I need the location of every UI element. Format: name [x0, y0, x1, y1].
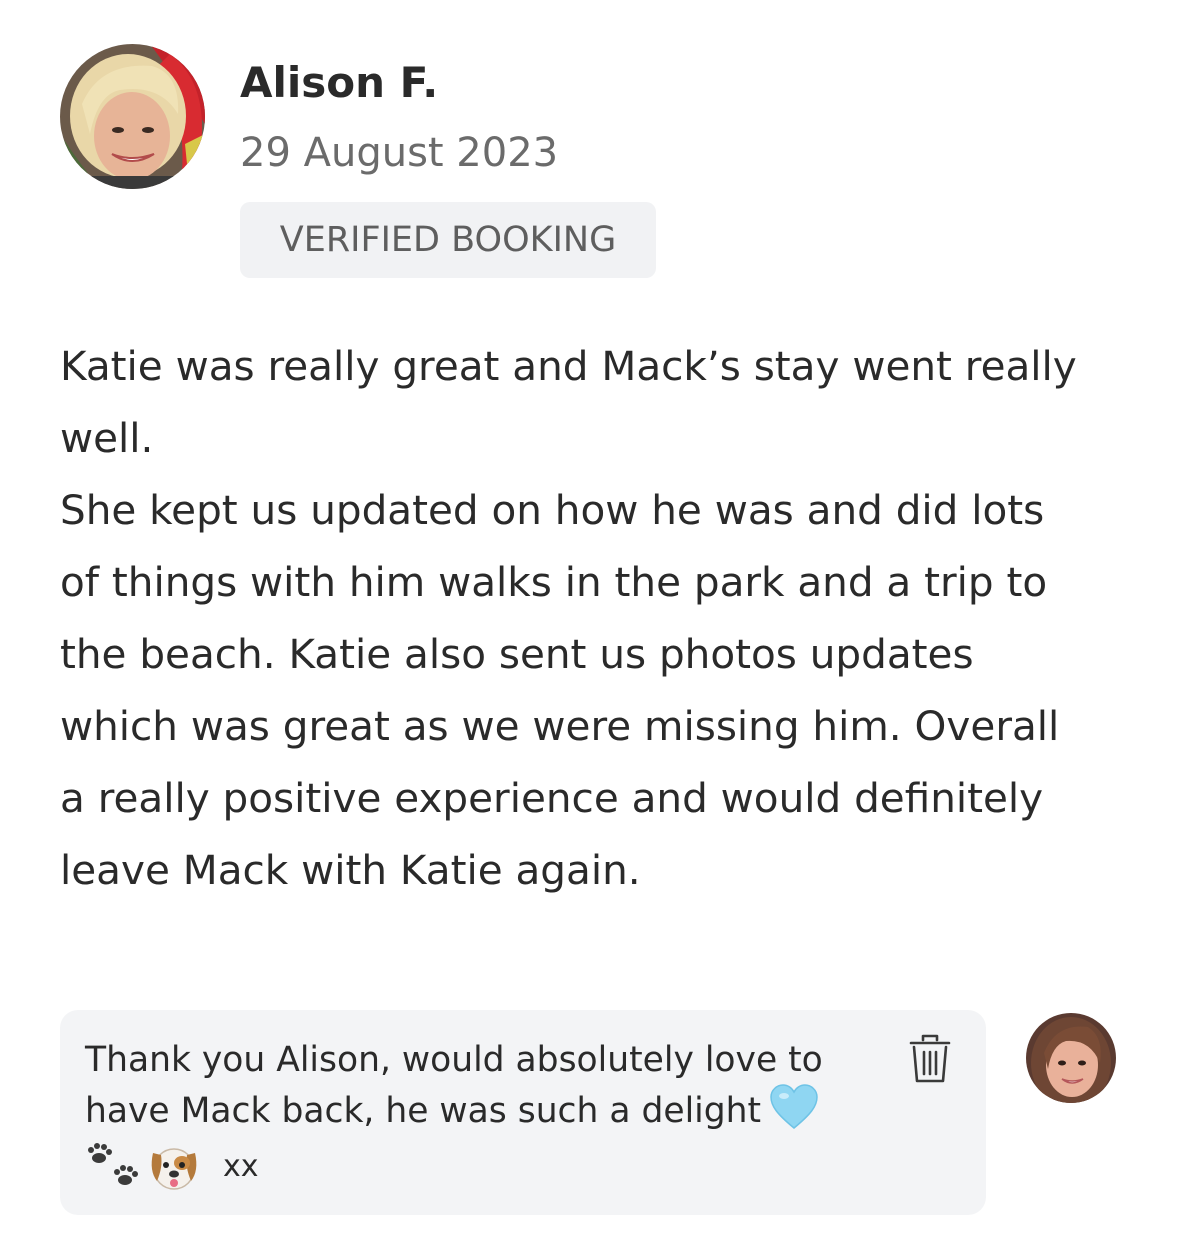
review-line: Katie was really great and Mack’s stay w… [60, 342, 1077, 390]
light-blue-heart-icon [770, 1084, 818, 1129]
emoji-signoff: xx [85, 1137, 905, 1197]
review-line: She kept us updated on how he was and di… [60, 486, 1045, 534]
reply-line-text: have Mack back, he was such a delight [85, 1091, 762, 1131]
review-body: Katie was really great and Mack’s stay w… [60, 330, 1140, 906]
review-line: which was great as we were missing him. … [60, 702, 1060, 750]
dog-face-icon [151, 1148, 197, 1190]
sitter-avatar-photo [1026, 1013, 1116, 1103]
reply-line: have Mack back, he was such a delight [85, 1084, 905, 1135]
verified-booking-badge: VERIFIED BOOKING [240, 202, 656, 278]
review-date: 29 August 2023 [240, 130, 559, 176]
review-card: Alison F. 29 August 2023 VERIFIED BOOKIN… [0, 0, 1179, 1244]
review-line: leave Mack with Katie again. [60, 846, 641, 894]
signoff-text: xx [223, 1149, 259, 1184]
reviewer-avatar-photo [60, 44, 205, 189]
sitter-reply: Thank you Alison, would absolutely love … [60, 1010, 986, 1215]
reply-body: Thank you Alison, would absolutely love … [85, 1036, 905, 1197]
review-line: well. [60, 414, 154, 462]
reply-line: Thank you Alison, would absolutely love … [85, 1040, 823, 1080]
review-line: the beach. Katie also sent us photos upd… [60, 630, 974, 678]
reviewer-name: Alison F. [240, 58, 439, 107]
trash-icon[interactable] [908, 1034, 952, 1084]
sitter-avatar[interactable] [1026, 1013, 1116, 1103]
review-line: of things with him walks in the park and… [60, 558, 1048, 606]
paw-prints-icon [88, 1143, 138, 1185]
review-line: a really positive experience and would d… [60, 774, 1044, 822]
reviewer-avatar[interactable] [60, 44, 205, 189]
